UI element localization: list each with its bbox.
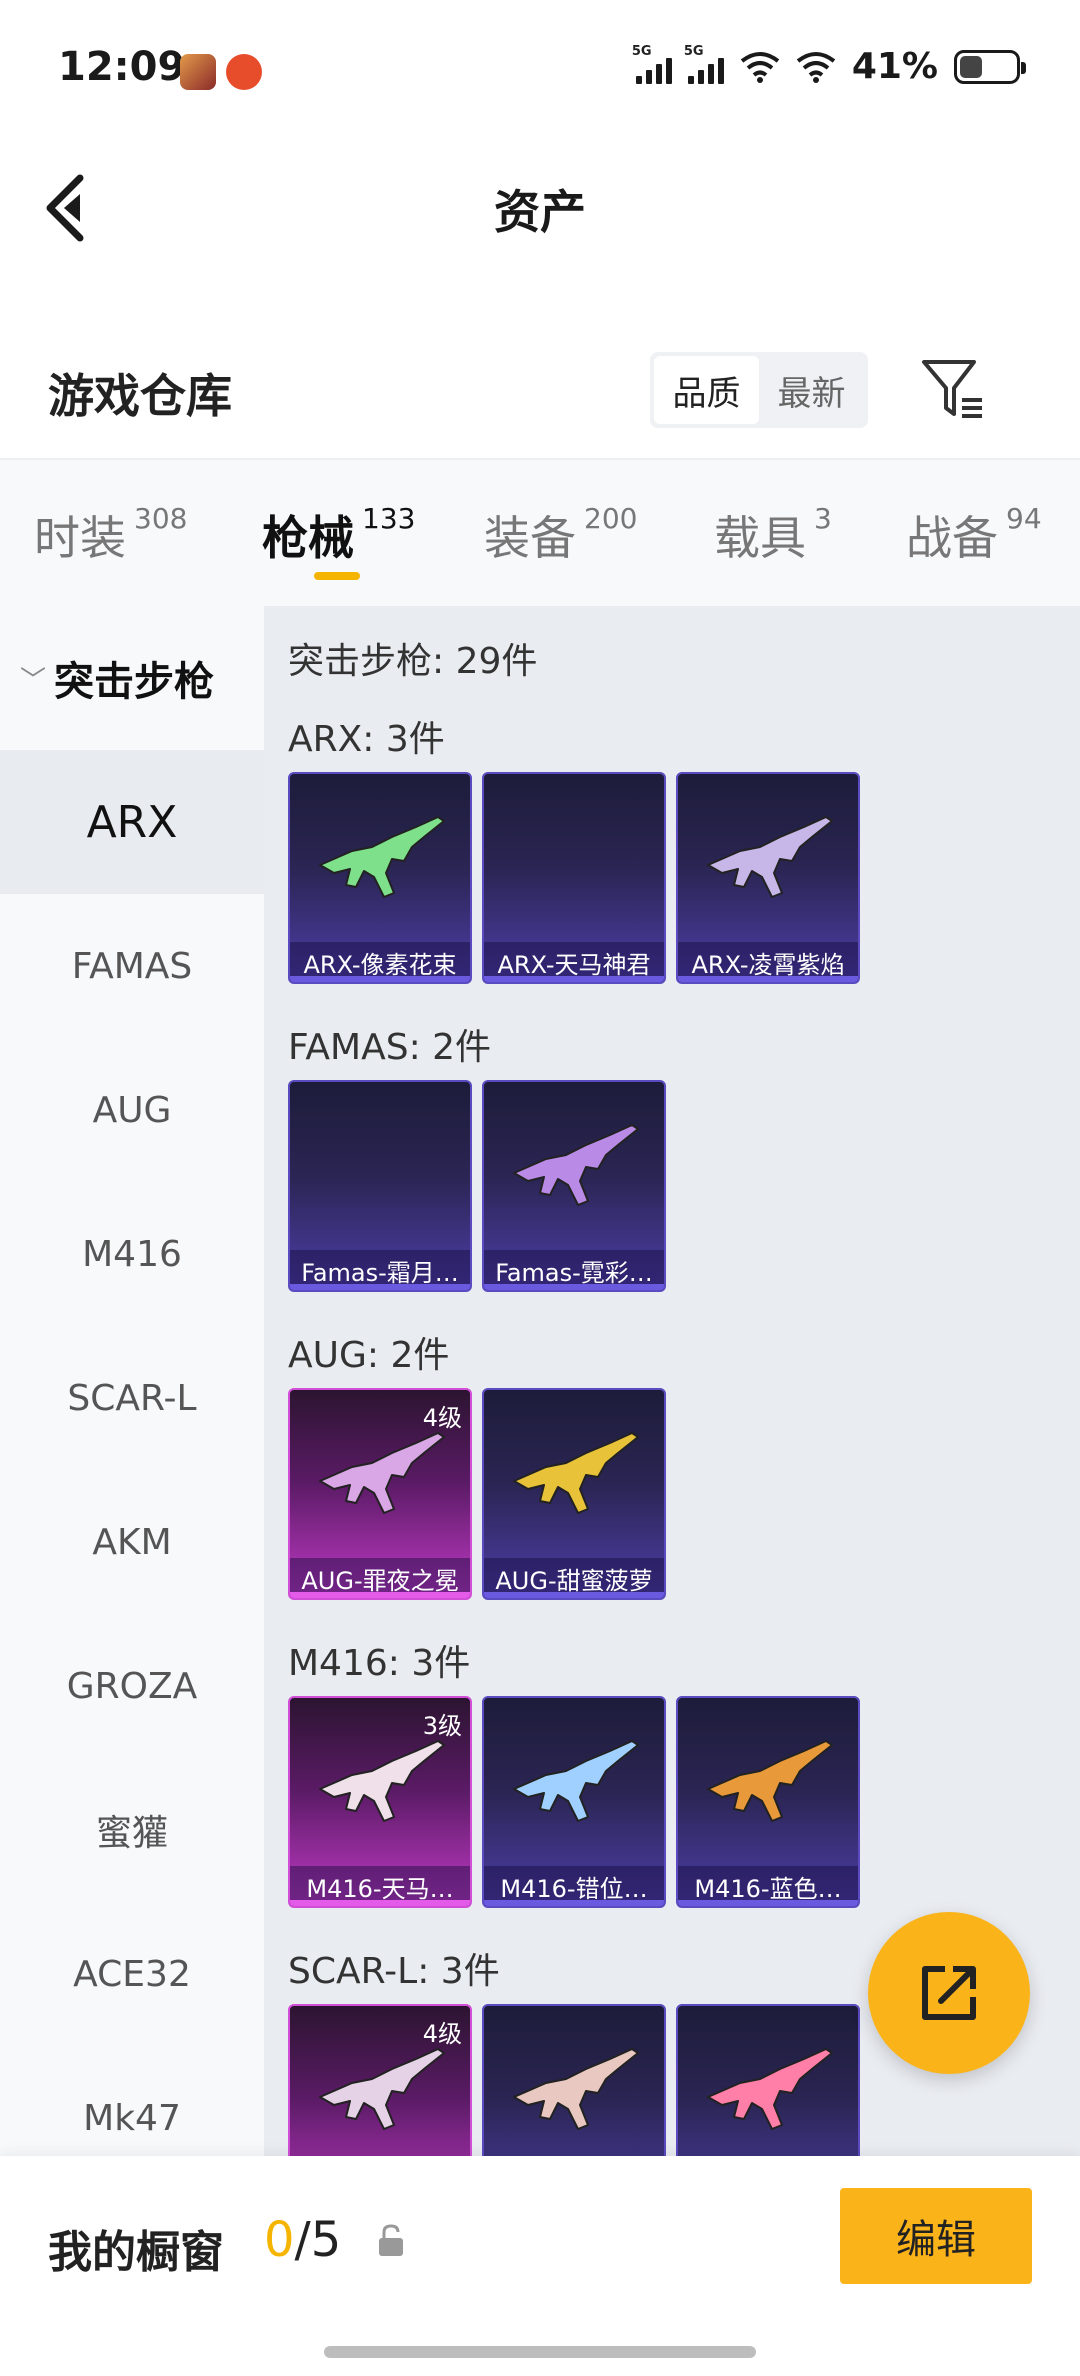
rarity-bar bbox=[290, 1900, 470, 1906]
sidebar-item[interactable]: M416 bbox=[0, 1182, 264, 1326]
rifle-icon bbox=[513, 1432, 639, 1514]
battery-percent: 41% bbox=[851, 46, 938, 87]
share-button[interactable] bbox=[868, 1912, 1030, 2074]
rifle-icon bbox=[319, 816, 445, 898]
weapon-card[interactable]: Famas-霜月… bbox=[288, 1080, 472, 1292]
weapon-card[interactable]: ARX-像素花束 bbox=[288, 772, 472, 984]
share-external-icon bbox=[922, 1966, 976, 2020]
showcase-bar: 我的橱窗 0/5 编辑 bbox=[0, 2156, 1080, 2376]
sidebar-item[interactable]: ACE32 bbox=[0, 1902, 264, 2046]
status-bar: 12:09 5G 5G 41% bbox=[0, 0, 1080, 140]
group-title: AUG: 2件 bbox=[288, 1335, 450, 1376]
rifle-icon bbox=[513, 1124, 639, 1206]
weapon-sidebar: ﹀ 突击步枪 ARX FAMAS AUG M416 SCAR-L AKM GROZA 蜜獾 AC… bbox=[0, 606, 264, 2156]
level-badge: 4级 bbox=[422, 1404, 462, 1432]
rifle-icon bbox=[319, 2048, 445, 2130]
sidebar-item[interactable]: ARX bbox=[0, 750, 264, 894]
sidebar-item[interactable]: Mk47 bbox=[0, 2046, 264, 2156]
rifle-icon bbox=[707, 816, 833, 898]
weapon-card[interactable]: 4级 AUG-罪夜之冕 bbox=[288, 1388, 472, 1600]
signal-icon: 5G bbox=[632, 44, 672, 84]
rifle-icon bbox=[319, 1432, 445, 1514]
active-tab-indicator bbox=[314, 572, 360, 580]
weapon-card[interactable]: ARX-凌霄紫焰 bbox=[676, 772, 860, 984]
weapon-card[interactable]: ARX-天马神君 bbox=[482, 772, 666, 984]
sort-toggle: 品质 最新 bbox=[650, 352, 868, 428]
group-title: M416: 3件 bbox=[288, 1643, 471, 1684]
rifle-icon bbox=[513, 2048, 639, 2130]
sidebar-item[interactable]: GROZA bbox=[0, 1614, 264, 1758]
filter-icon[interactable] bbox=[918, 352, 988, 422]
tab-equipment[interactable]: 装备 200 bbox=[484, 502, 637, 568]
rarity-bar bbox=[290, 976, 470, 982]
weapon-row: 4级 bbox=[288, 2004, 860, 2156]
home-indicator[interactable] bbox=[324, 2346, 756, 2358]
group-title: ARX: 3件 bbox=[288, 719, 445, 760]
weapon-card[interactable]: AUG-甜蜜菠萝 bbox=[482, 1388, 666, 1600]
tab-vehicles[interactable]: 载具 3 bbox=[714, 502, 832, 568]
page-title: 资产 bbox=[494, 185, 586, 239]
showcase-label: 我的橱窗 bbox=[48, 2227, 224, 2278]
battery-fill bbox=[960, 55, 983, 78]
weapon-row: Famas-霜月… Famas-霓彩… bbox=[288, 1080, 666, 1292]
sidebar-item[interactable]: 蜜獾 bbox=[0, 1758, 264, 1902]
sidebar-group-assault-rifles[interactable]: ﹀ 突击步枪 bbox=[0, 606, 264, 750]
lock-icon bbox=[379, 2224, 403, 2256]
signal-icon: 5G bbox=[684, 44, 724, 84]
rarity-bar bbox=[484, 1284, 664, 1290]
summary-count: 突击步枪: 29件 bbox=[288, 641, 538, 682]
game-app-icon bbox=[180, 54, 216, 90]
sort-newest-button[interactable]: 最新 bbox=[759, 356, 864, 424]
weapon-card[interactable] bbox=[482, 2004, 666, 2156]
weapon-card[interactable]: M416-蓝色… bbox=[676, 1696, 860, 1908]
app-header: 资产 bbox=[0, 140, 1080, 270]
edit-button[interactable]: 编辑 bbox=[840, 2188, 1032, 2284]
rifle-icon bbox=[513, 1740, 639, 1822]
weapon-card[interactable]: 4级 bbox=[288, 2004, 472, 2156]
tab-fashion[interactable]: 时装 308 bbox=[34, 502, 187, 568]
tab-guns[interactable]: 枪械 133 bbox=[262, 502, 415, 568]
sort-quality-button[interactable]: 品质 bbox=[654, 356, 759, 424]
weapon-card[interactable]: Famas-霓彩… bbox=[482, 1080, 666, 1292]
status-indicators: 5G 5G 41% bbox=[632, 44, 1026, 87]
level-badge: 3级 bbox=[422, 1712, 462, 1740]
rarity-bar bbox=[484, 976, 664, 982]
rarity-bar bbox=[484, 1900, 664, 1906]
sidebar-item[interactable]: AKM bbox=[0, 1470, 264, 1614]
wifi-icon bbox=[740, 51, 780, 83]
rarity-bar bbox=[678, 976, 858, 982]
group-title: SCAR-L: 3件 bbox=[288, 1951, 500, 1992]
notification-app-icon bbox=[226, 54, 262, 90]
sidebar-item[interactable]: FAMAS bbox=[0, 894, 264, 1038]
weapon-card[interactable] bbox=[676, 2004, 860, 2156]
weapon-card[interactable]: M416-错位… bbox=[482, 1696, 666, 1908]
rarity-bar bbox=[290, 1284, 470, 1290]
weapon-row: ARX-像素花束 ARX-天马神君 ARX-凌霄紫焰 bbox=[288, 772, 860, 984]
weapon-card[interactable]: 3级 M416-天马… bbox=[288, 1696, 472, 1908]
showcase-count: 0/5 bbox=[264, 2212, 342, 2268]
rifle-icon bbox=[707, 2048, 833, 2130]
level-badge: 4级 bbox=[422, 2020, 462, 2048]
sidebar-item[interactable]: AUG bbox=[0, 1038, 264, 1182]
weapon-row: 3级 M416-天马… M416-错位… M416-蓝色… bbox=[288, 1696, 860, 1908]
battery-icon bbox=[954, 49, 1026, 84]
chevron-down-icon: ﹀ bbox=[20, 665, 47, 696]
section-title: 游戏仓库 bbox=[48, 369, 232, 423]
weapon-row: 4级 AUG-罪夜之冕 AUG-甜蜜菠萝 bbox=[288, 1388, 666, 1600]
status-time: 12:09 bbox=[58, 44, 186, 90]
sidebar-item[interactable]: SCAR-L bbox=[0, 1326, 264, 1470]
rarity-bar bbox=[678, 1900, 858, 1906]
rifle-icon bbox=[707, 1740, 833, 1822]
category-tabs: 时装 308 枪械 133 装备 200 载具 3 战备 94 bbox=[0, 458, 1080, 606]
rarity-bar bbox=[290, 1592, 470, 1598]
rifle-icon bbox=[319, 1740, 445, 1822]
wifi-icon bbox=[796, 51, 836, 83]
rarity-bar bbox=[484, 1592, 664, 1598]
warehouse-header: 游戏仓库 品质 最新 bbox=[0, 330, 1080, 450]
group-title: FAMAS: 2件 bbox=[288, 1027, 492, 1068]
tab-gear[interactable]: 战备 94 bbox=[906, 502, 1042, 568]
